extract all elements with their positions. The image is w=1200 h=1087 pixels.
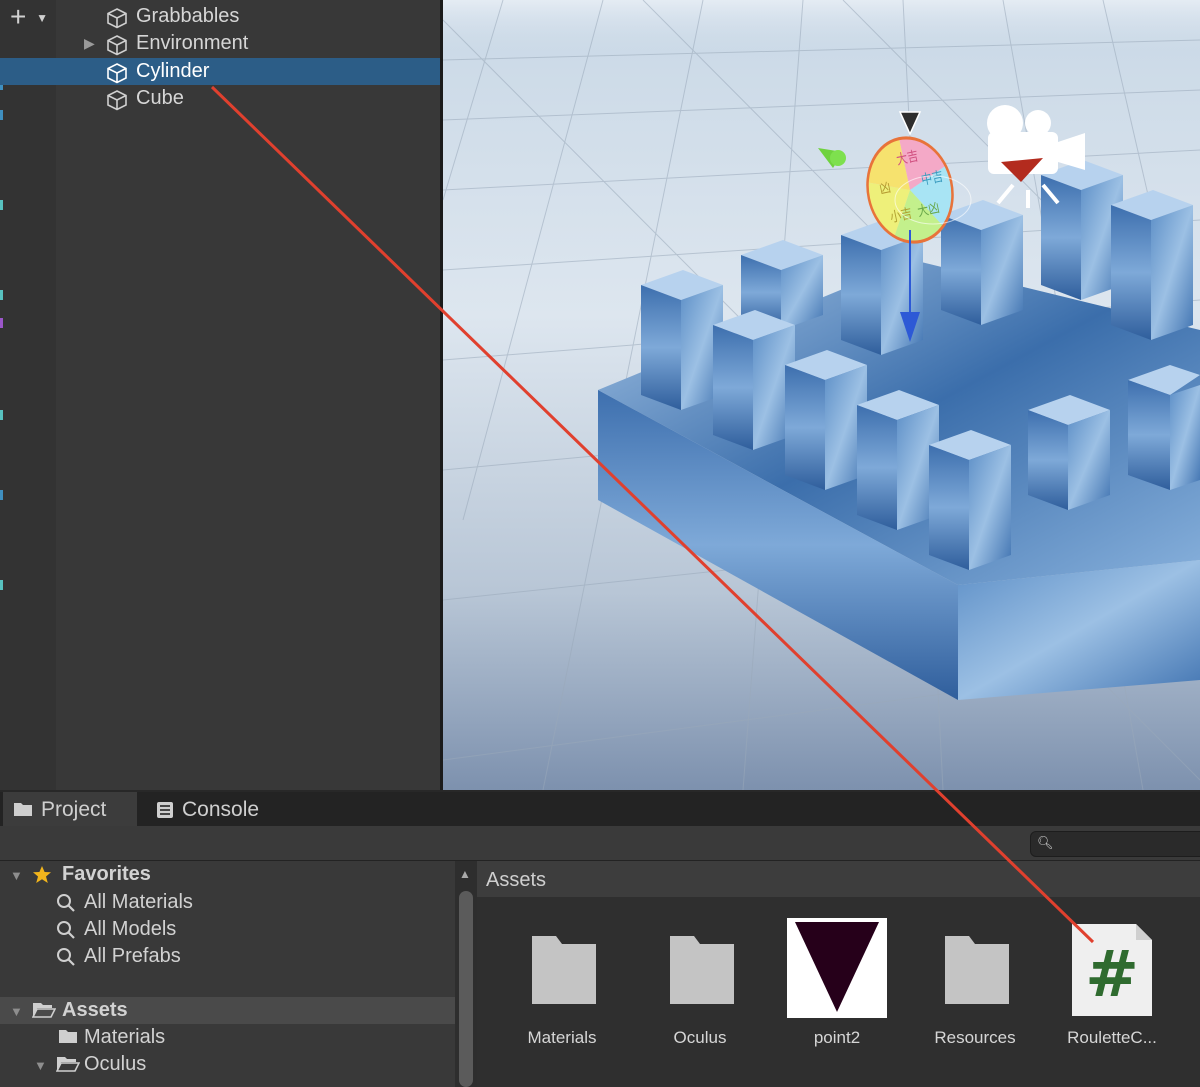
search-icon	[57, 948, 75, 966]
tree-label: All Materials	[84, 891, 193, 913]
hierarchy-item-label: Cylinder	[136, 60, 210, 82]
console-icon	[157, 802, 173, 818]
add-asset-button[interactable]: + ▼	[10, 3, 58, 31]
expand-arrow-icon[interactable]: ▼	[10, 998, 23, 1025]
scene-view[interactable]: 大吉 中吉 大凶 小吉 凶	[443, 0, 1200, 790]
tree-item-materials[interactable]: Materials	[0, 1024, 455, 1051]
folder-icon	[532, 936, 596, 1004]
scroll-up-icon[interactable]: ▲	[459, 867, 471, 881]
bottom-tab-bar: Project Console	[0, 792, 1200, 826]
folder-icon	[945, 936, 1009, 1004]
gutter-marker	[0, 410, 3, 420]
tree-favorites[interactable]: ▼ Favorites	[0, 861, 455, 888]
tree-item-all-materials[interactable]: All Materials	[0, 889, 455, 916]
scene-canvas: 大吉 中吉 大凶 小吉 凶	[443, 0, 1200, 790]
asset-label: RouletteC...	[1067, 1028, 1157, 1047]
search-icon	[57, 921, 75, 939]
gutter-marker	[0, 290, 3, 300]
tree-item-all-prefabs[interactable]: All Prefabs	[0, 943, 455, 970]
plus-icon: +	[10, 1, 27, 32]
open-folder-icon	[32, 1003, 56, 1018]
pointer-marker-icon[interactable]	[898, 111, 922, 136]
asset-roulette-script[interactable]: # RouletteC...	[1049, 916, 1175, 1076]
expand-arrow-icon[interactable]: ▶	[84, 30, 98, 57]
tab-project[interactable]: Project	[3, 792, 137, 826]
tree-item-oculus[interactable]: ▼ Oculus	[0, 1051, 455, 1078]
hierarchy-item-grabbables[interactable]: Grabbables	[0, 3, 440, 30]
hierarchy-item-environment[interactable]: ▶ Environment	[0, 30, 440, 57]
asset-label: Resources	[934, 1028, 1016, 1047]
chevron-down-icon: ▼	[36, 11, 49, 25]
tab-console[interactable]: Console	[140, 792, 280, 826]
star-icon	[33, 866, 51, 883]
hierarchy-item-cylinder[interactable]: Cylinder	[0, 58, 440, 85]
asset-point2-texture[interactable]: point2	[774, 916, 900, 1076]
tab-label: Project	[41, 798, 107, 821]
assets-breadcrumb: Assets	[477, 861, 1200, 897]
scrollbar-thumb[interactable]	[459, 891, 473, 1087]
tree-label: All Prefabs	[84, 945, 181, 967]
folder-icon	[14, 803, 32, 816]
tree-label: Oculus	[84, 1053, 147, 1075]
hierarchy-item-label: Grabbables	[136, 5, 240, 27]
gutter-marker	[0, 200, 3, 210]
gameobject-cube-icon	[107, 8, 127, 29]
tree-scrollbar[interactable]: ▲	[455, 861, 477, 1087]
asset-label: Oculus	[673, 1028, 727, 1047]
asset-label: point2	[813, 1028, 861, 1047]
gutter-marker	[0, 490, 3, 500]
asset-materials-folder[interactable]: Materials	[499, 916, 625, 1076]
folder-icon	[59, 1030, 77, 1043]
project-toolbar	[0, 826, 1200, 861]
search-icon: 🔍︎	[1037, 835, 1054, 850]
hierarchy-item-cube[interactable]: Cube	[0, 85, 440, 112]
gameobject-cube-icon	[107, 63, 127, 84]
tree-label: All Models	[84, 918, 177, 940]
hierarchy-item-label: Cube	[136, 87, 184, 109]
folder-icon	[670, 936, 734, 1004]
tree-assets[interactable]: ▼ Assets	[0, 997, 455, 1024]
gameobject-cube-icon	[107, 35, 127, 56]
script-glyph: #	[1085, 938, 1139, 1012]
tree-item-all-models[interactable]: All Models	[0, 916, 455, 943]
expand-arrow-icon[interactable]: ▼	[34, 1052, 47, 1079]
project-tree: ▼ Favorites All Materials All Models All…	[0, 861, 455, 1087]
open-folder-icon	[56, 1057, 80, 1072]
gutter-marker	[0, 318, 3, 328]
breadcrumb-assets[interactable]: Assets	[486, 861, 546, 899]
hierarchy-gutter	[0, 0, 56, 790]
expand-arrow-icon[interactable]: ▼	[10, 862, 23, 889]
tree-label: Favorites	[62, 863, 151, 885]
csharp-script-icon: #	[1072, 924, 1152, 1016]
gutter-marker	[0, 580, 3, 590]
hierarchy-item-label: Environment	[136, 32, 249, 54]
tree-label: Assets	[62, 999, 128, 1021]
tree-label: Materials	[84, 1026, 166, 1048]
search-icon	[57, 894, 75, 912]
asset-label: Materials	[527, 1028, 597, 1047]
sky-clouds	[443, 0, 1200, 60]
triangle-texture-thumbnail	[787, 918, 887, 1018]
asset-oculus-folder[interactable]: Oculus	[637, 916, 763, 1076]
gameobject-cube-icon	[107, 90, 127, 111]
tab-label: Console	[182, 798, 260, 821]
hierarchy-panel: Grabbables ▶ Environment Cylinder Cube	[0, 0, 440, 790]
asset-resources-folder[interactable]: Resources	[912, 916, 1038, 1076]
search-input[interactable]: 🔍︎	[1030, 831, 1200, 857]
